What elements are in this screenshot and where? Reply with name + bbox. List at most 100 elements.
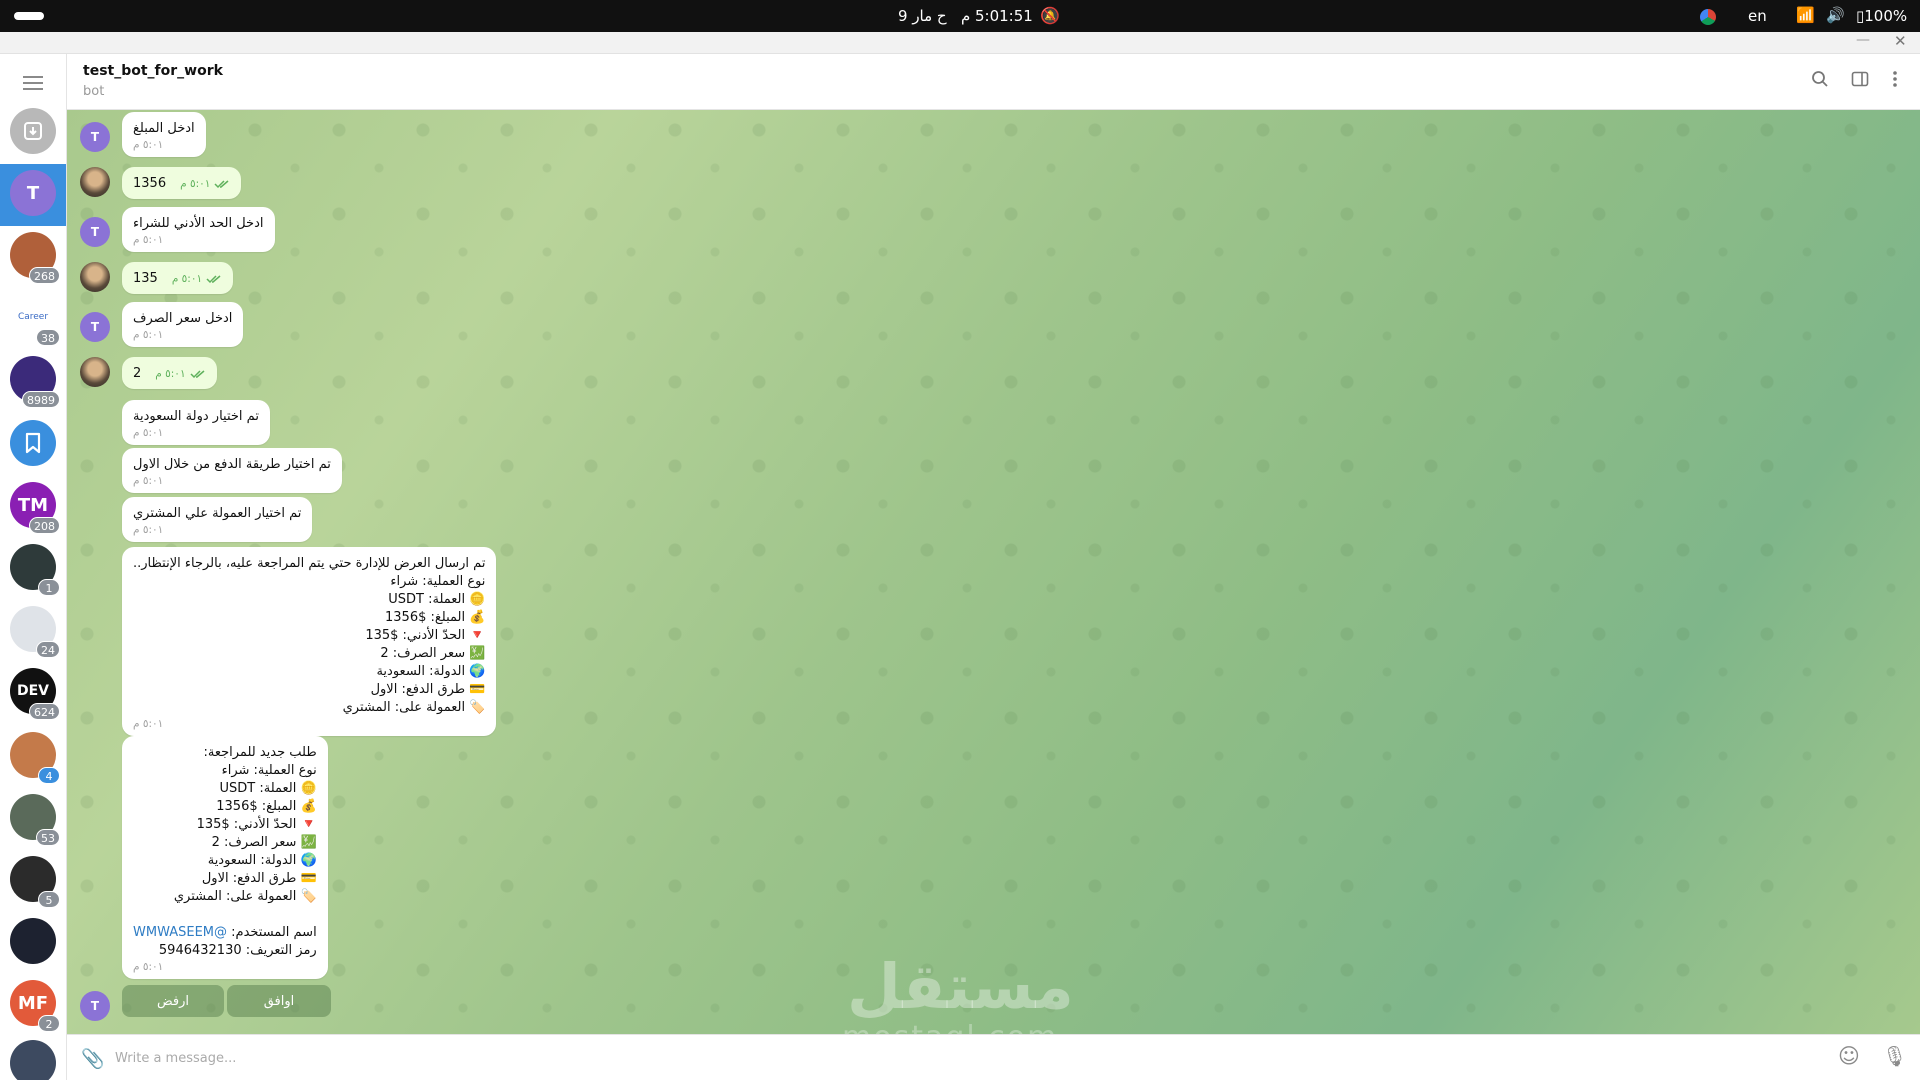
bot-avatar[interactable]: T <box>80 122 110 152</box>
chat-folder-item[interactable]: DEV 624 <box>0 662 66 724</box>
chat-avatar <box>10 918 56 964</box>
incoming-message[interactable]: ادخل المبلغ ٥:٠١ م <box>122 112 206 157</box>
activities-button[interactable] <box>14 12 44 20</box>
unread-badge: 624 <box>29 703 60 720</box>
chat-folder-item[interactable] <box>0 414 66 476</box>
incoming-message[interactable]: ادخل الحد الأدني للشراء ٥:٠١ م <box>122 207 275 252</box>
message-time: ٥:٠١ م <box>133 524 301 536</box>
message-time-text: ٥:٠١ م <box>133 139 164 151</box>
unread-badge: 268 <box>29 267 60 284</box>
search-icon[interactable] <box>1811 70 1829 93</box>
message-time: ٥:٠١ م <box>133 139 195 151</box>
message-time-text: ٥:٠١ م <box>155 368 186 380</box>
message-time: ٥:٠١ م <box>172 273 222 285</box>
chat-subtitle: bot <box>83 84 105 99</box>
more-options-icon[interactable] <box>1892 70 1898 93</box>
message-time: ٥:٠١ م <box>180 178 230 190</box>
message-time-text: ٥:٠١ م <box>133 961 164 973</box>
chat-folder-item[interactable]: 53 <box>0 788 66 850</box>
incoming-message[interactable]: تم اختيار العمولة علي المشتري ٥:٠١ م <box>122 497 313 542</box>
chat-folder-item[interactable]: TM 208 <box>0 476 66 538</box>
clock-time: 5:01:51 م <box>960 7 1033 25</box>
message-text: ادخل الحد الأدني للشراء <box>133 216 264 231</box>
chat-messages-area[interactable]: مستقل mostaql.com Tادخل المبلغ٥:٠١ م1356… <box>67 110 1920 1034</box>
reject-button[interactable]: ارفض <box>122 985 224 1017</box>
chat-folder-item[interactable]: T <box>0 164 66 226</box>
chat-folder-item[interactable]: Career 38 <box>0 288 66 350</box>
outgoing-message[interactable]: 1356 ٥:٠١ م <box>122 167 242 199</box>
chat-folder-item[interactable] <box>0 102 66 164</box>
message-time: ٥:٠١ م <box>133 718 485 730</box>
chat-avatar: T <box>10 170 56 216</box>
volume-icon[interactable]: 🔊 <box>1826 6 1845 24</box>
chat-folder-item[interactable] <box>0 912 66 974</box>
message-time-text: ٥:٠١ م <box>171 273 203 285</box>
battery-percent: 100% <box>1864 7 1908 25</box>
wifi-icon[interactable]: 📶 <box>1796 6 1815 24</box>
unread-badge: 8989 <box>22 391 60 408</box>
incoming-message[interactable]: ادخل سعر الصرف ٥:٠١ م <box>122 302 244 347</box>
bell-off-icon: 🔕 <box>1040 6 1060 25</box>
user-avatar[interactable] <box>80 357 110 387</box>
bot-avatar[interactable]: T <box>80 991 110 1021</box>
close-window-button[interactable]: ✕ <box>1894 32 1907 50</box>
chat-folder-item[interactable]: 8989 <box>0 350 66 412</box>
watermark-logo: مستقل <box>847 950 1074 1023</box>
incoming-message[interactable]: تم اختيار دولة السعودية ٥:٠١ م <box>122 400 270 445</box>
message-time-text: ٥:٠١ م <box>133 234 164 246</box>
unread-badge: 208 <box>29 517 60 534</box>
language-indicator[interactable]: en <box>1748 7 1767 25</box>
message-time-text: ٥:٠١ م <box>133 718 164 730</box>
bot-avatar[interactable]: T <box>80 312 110 342</box>
incoming-message[interactable]: تم اختيار طريقة الدفع من خلال الاول ٥:٠١ … <box>122 448 342 493</box>
sidebar-toggle-icon[interactable] <box>1851 70 1869 93</box>
message-time: ٥:٠١ م <box>133 427 259 439</box>
hamburger-menu-icon[interactable] <box>23 76 43 90</box>
chat-folder-item[interactable]: 1 <box>0 538 66 600</box>
chat-folder-item[interactable]: 4 <box>0 726 66 788</box>
chat-folder-item[interactable] <box>0 1034 66 1080</box>
unread-badge: 5 <box>38 891 60 908</box>
bot-avatar[interactable]: T <box>80 217 110 247</box>
outgoing-message[interactable]: 2 ٥:٠١ م <box>122 357 217 389</box>
system-clock[interactable]: 5:01:51 م ح مار 9 <box>898 7 1033 25</box>
microphone-icon[interactable]: 🎙 <box>1882 1044 1907 1068</box>
chat-header: test_bot_for_work bot <box>67 54 1920 110</box>
message-time: ٥:٠١ م <box>155 368 205 380</box>
user-avatar[interactable] <box>80 167 110 197</box>
chat-folder-item[interactable]: MF 2 <box>0 974 66 1036</box>
chat-folder-item[interactable]: 5 <box>0 850 66 912</box>
emoji-icon[interactable]: ☺ <box>1838 1044 1860 1068</box>
message-time-text: ٥:٠١ م <box>180 178 211 190</box>
message-time: ٥:٠١ م <box>133 475 331 487</box>
message-time-text: ٥:٠١ م <box>133 524 164 536</box>
unread-badge: 1 <box>38 579 60 596</box>
unread-badge: 24 <box>36 641 60 658</box>
chrome-tray-icon[interactable] <box>1700 9 1716 25</box>
message-input[interactable] <box>115 1047 1715 1069</box>
accept-button[interactable]: اوافق <box>227 985 331 1017</box>
message-time: ٥:٠١ م <box>133 329 232 341</box>
incoming-message[interactable]: تم ارسال العرض للإدارة حتي يتم المراجعة … <box>122 547 497 736</box>
chat-title[interactable]: test_bot_for_work <box>83 63 223 79</box>
username-mention-link[interactable]: @WMWASEEM <box>133 925 227 940</box>
chat-folder-item[interactable]: 24 <box>0 600 66 662</box>
unread-badge: 4 <box>38 767 60 784</box>
unread-badge: 53 <box>36 829 60 846</box>
message-composer: 📎 ☺ 🎙 <box>67 1034 1920 1080</box>
message-text: ادخل سعر الصرف <box>133 311 233 326</box>
incoming-message[interactable]: طلب جديد للمراجعة: نوع العملية: شراء 🪙 ا… <box>122 736 328 979</box>
message-text: تم اختيار العمولة علي المشتري <box>133 506 302 521</box>
chat-avatar <box>10 1040 56 1080</box>
message-time-text: ٥:٠١ م <box>133 427 164 439</box>
chat-folder-item[interactable]: 268 <box>0 226 66 288</box>
minimize-button[interactable]: — <box>1856 32 1870 48</box>
attach-icon[interactable]: 📎 <box>81 1047 105 1070</box>
message-time-text: ٥:٠١ م <box>133 475 164 487</box>
outgoing-message[interactable]: 135 ٥:٠١ م <box>122 262 234 294</box>
user-avatar[interactable] <box>80 262 110 292</box>
message-text: ادخل المبلغ <box>133 121 195 136</box>
battery-indicator[interactable]: ▯100% <box>1856 7 1907 25</box>
unread-badge: 38 <box>36 329 60 346</box>
message-time-text: ٥:٠١ م <box>133 329 164 341</box>
